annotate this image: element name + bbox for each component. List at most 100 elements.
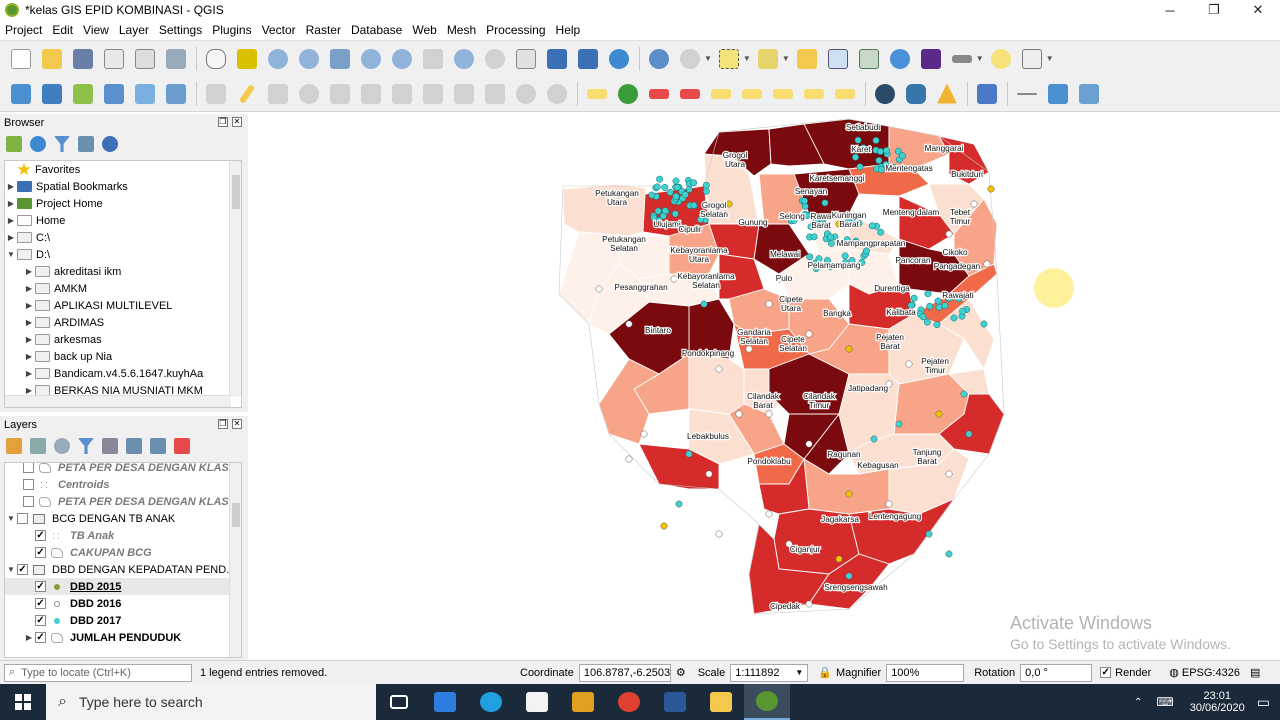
- field-calculator-icon[interactable]: [856, 46, 882, 72]
- chevron-right-icon[interactable]: ▶: [23, 284, 35, 293]
- measure-line-icon[interactable]: [949, 46, 975, 72]
- add-raster-layer-icon[interactable]: [101, 81, 127, 107]
- menu-view[interactable]: View: [78, 20, 114, 40]
- text-annotation-icon[interactable]: [1019, 46, 1045, 72]
- highlight-pinned-labels-icon[interactable]: [646, 81, 672, 107]
- layer-visibility-checkbox[interactable]: [23, 479, 34, 490]
- layer-item[interactable]: ✓ DBD 2015: [5, 578, 241, 595]
- help-icon[interactable]: [974, 81, 1000, 107]
- chevron-down-icon[interactable]: ▼: [5, 250, 17, 259]
- globe-plugin-icon[interactable]: [872, 81, 898, 107]
- dbd-case-point[interactable]: [945, 230, 953, 238]
- dbd-case-point[interactable]: [625, 320, 633, 328]
- dbd-case-point[interactable]: [675, 500, 683, 508]
- remove-layer-icon[interactable]: [174, 438, 190, 454]
- chrome-browser-icon[interactable]: [606, 684, 652, 720]
- dbd-case-point[interactable]: [841, 252, 849, 260]
- layer-visibility-checkbox[interactable]: [23, 496, 34, 507]
- dbd-case-point[interactable]: [934, 297, 942, 305]
- dbd-case-point[interactable]: [725, 200, 733, 208]
- layer-item[interactable]: ▶ ✓ JUMLAH PENDUDUK: [5, 629, 241, 646]
- browser-item[interactable]: ▶ Bandicam.v4.5.6.1647.kuyhAa: [5, 365, 241, 382]
- diagram-options-icon[interactable]: [615, 81, 641, 107]
- dbd-case-point[interactable]: [673, 183, 681, 191]
- dbd-case-point[interactable]: [672, 177, 680, 185]
- layer-item[interactable]: ✓ DBD 2016: [5, 595, 241, 612]
- dbd-case-point[interactable]: [690, 201, 698, 209]
- select-by-value-icon[interactable]: [755, 46, 781, 72]
- dbd-case-point[interactable]: [945, 470, 953, 478]
- menu-vector[interactable]: Vector: [257, 20, 301, 40]
- dbd-case-point[interactable]: [950, 314, 958, 322]
- dbd-case-point[interactable]: [926, 302, 934, 310]
- dbd-case-point[interactable]: [895, 420, 903, 428]
- dbd-case-point[interactable]: [945, 550, 953, 558]
- qgis2web-icon[interactable]: [1045, 81, 1071, 107]
- windows-start-button[interactable]: [0, 684, 46, 720]
- browser-item[interactable]: Favorites: [5, 161, 241, 178]
- dbd-case-point[interactable]: [965, 430, 973, 438]
- dbd-case-point[interactable]: [933, 321, 941, 329]
- refresh-icon[interactable]: [30, 136, 46, 152]
- menu-plugins[interactable]: Plugins: [207, 20, 256, 40]
- clock[interactable]: 23:01 30/06/2020: [1190, 690, 1245, 714]
- delete-selected-icon[interactable]: [389, 81, 415, 107]
- properties-info-icon[interactable]: [102, 136, 118, 152]
- dbd-case-point[interactable]: [852, 153, 859, 161]
- crs-value[interactable]: EPSG:4326: [1182, 667, 1240, 679]
- dbd-case-point[interactable]: [803, 212, 811, 219]
- layer-visibility-checkbox[interactable]: ✓: [35, 598, 46, 609]
- new-map-view-icon[interactable]: [513, 46, 539, 72]
- lock-scale-icon[interactable]: 🔒: [818, 666, 832, 679]
- dbd-case-point[interactable]: [827, 239, 835, 247]
- close-button[interactable]: ✕: [1236, 0, 1280, 20]
- layer-item[interactable]: ▼ BCG DENGAN TB ANAK: [5, 510, 241, 527]
- dbd-case-point[interactable]: [735, 410, 743, 418]
- layer-item[interactable]: ✓ TB Anak: [5, 527, 241, 544]
- zoom-last-icon[interactable]: [451, 46, 477, 72]
- zoom-full-icon[interactable]: [327, 46, 353, 72]
- chevron-right-icon[interactable]: ▶: [5, 182, 17, 191]
- dbd-case-point[interactable]: [670, 275, 678, 283]
- messages-icon[interactable]: ▤: [1250, 666, 1260, 679]
- layers-scrollbar[interactable]: [229, 463, 241, 657]
- dbd-case-point[interactable]: [805, 330, 813, 338]
- python-console-icon[interactable]: [903, 81, 929, 107]
- dbd-case-point[interactable]: [705, 470, 713, 478]
- dbd-case-point[interactable]: [625, 455, 633, 463]
- dbd-case-point[interactable]: [910, 294, 918, 302]
- dbd-case-point[interactable]: [685, 450, 693, 458]
- label-tool-icon[interactable]: [584, 81, 610, 107]
- dbd-case-point[interactable]: [862, 247, 870, 255]
- dbd-case-point[interactable]: [868, 222, 876, 230]
- shortest-path-icon[interactable]: [1076, 81, 1102, 107]
- layer-styling-icon[interactable]: [6, 438, 22, 454]
- dbd-case-point[interactable]: [690, 179, 698, 187]
- menu-mesh[interactable]: Mesh: [442, 20, 481, 40]
- zoom-next-icon[interactable]: [482, 46, 508, 72]
- menu-raster[interactable]: Raster: [301, 20, 346, 40]
- collapse-all-icon[interactable]: [150, 438, 166, 454]
- dbd-case-point[interactable]: [654, 207, 662, 215]
- taskbar-search-box[interactable]: ⌕ Type here to search: [46, 684, 376, 720]
- chevron-right-icon[interactable]: ▶: [23, 335, 35, 344]
- dbd-case-point[interactable]: [765, 410, 773, 418]
- dbd-case-point[interactable]: [671, 210, 679, 218]
- pan-to-selection-icon[interactable]: [234, 46, 260, 72]
- chevron-right-icon[interactable]: ▶: [23, 386, 35, 395]
- chevron-down-icon[interactable]: ▼: [5, 514, 17, 523]
- kelurahan-polygon[interactable]: [688, 353, 745, 415]
- browser-item[interactable]: ▶ arkesmas: [5, 331, 241, 348]
- browser-item[interactable]: ▶ akreditasi ikm: [5, 263, 241, 280]
- dbd-case-point[interactable]: [872, 136, 880, 144]
- identify-features-icon[interactable]: [646, 46, 672, 72]
- dbd-case-point[interactable]: [801, 197, 809, 205]
- browser-item[interactable]: ▶ back up Nia: [5, 348, 241, 365]
- add-feature-icon[interactable]: [296, 81, 322, 107]
- undo-icon[interactable]: [513, 81, 539, 107]
- dbd-case-point[interactable]: [648, 191, 656, 199]
- render-checkbox[interactable]: ✓: [1100, 667, 1112, 678]
- dbd-case-point[interactable]: [765, 510, 773, 518]
- layer-visibility-checkbox[interactable]: ✓: [35, 581, 46, 592]
- close-panel-icon[interactable]: ✕: [232, 117, 242, 127]
